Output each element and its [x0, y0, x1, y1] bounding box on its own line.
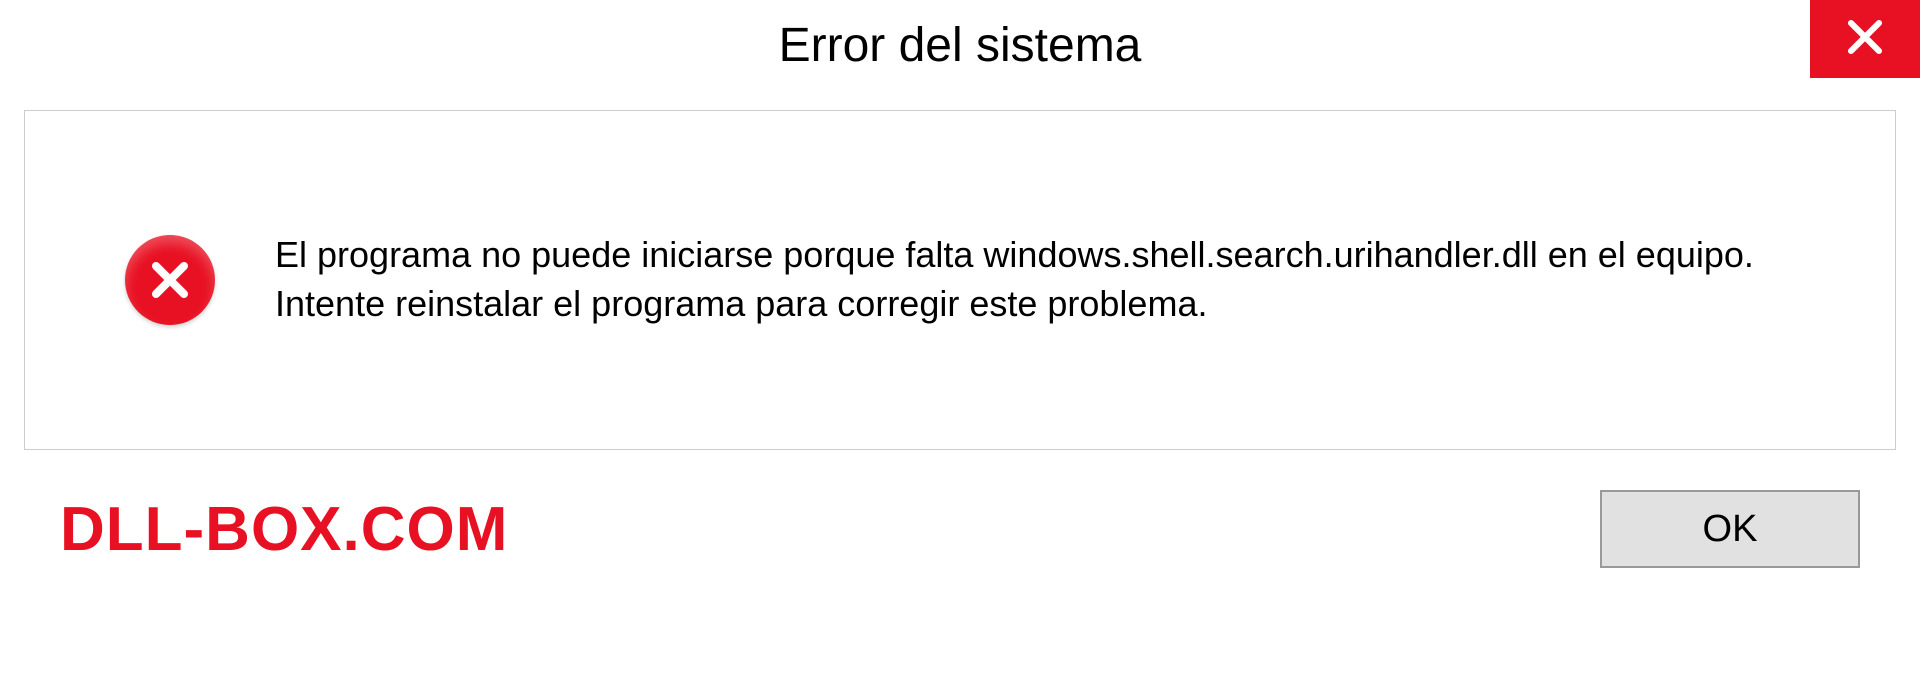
close-button[interactable] — [1810, 0, 1920, 78]
titlebar: Error del sistema — [0, 0, 1920, 90]
error-message: El programa no puede iniciarse porque fa… — [275, 231, 1775, 328]
ok-button[interactable]: OK — [1600, 490, 1860, 568]
dialog-title: Error del sistema — [779, 18, 1142, 73]
error-icon — [125, 235, 215, 325]
dialog-content: El programa no puede iniciarse porque fa… — [24, 110, 1896, 450]
close-icon — [1844, 16, 1886, 63]
watermark-text: DLL-BOX.COM — [60, 494, 508, 565]
dialog-footer: DLL-BOX.COM OK — [0, 450, 1920, 568]
